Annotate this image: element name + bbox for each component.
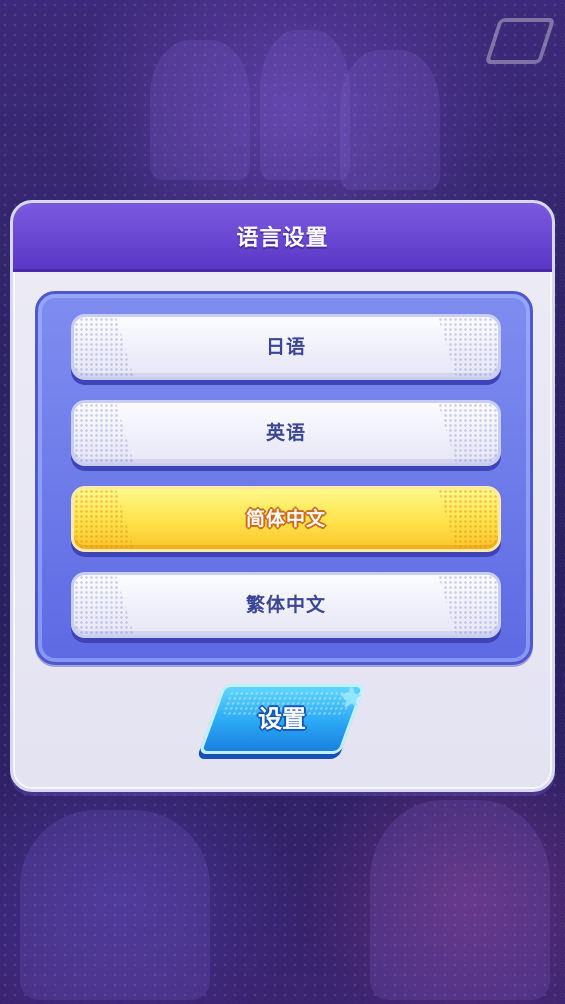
background-character-silhouette xyxy=(340,50,440,190)
language-option-english[interactable]: 英语 xyxy=(71,400,501,466)
option-label: 繁体中文 xyxy=(245,594,326,616)
dialog-header: 语言设置 xyxy=(13,203,552,272)
language-options-frame: 日语 英语 简体中文 繁体中文 xyxy=(35,291,533,665)
language-option-traditional-chinese[interactable]: 繁体中文 xyxy=(71,572,501,638)
background-character-silhouette xyxy=(260,30,350,180)
background-character-silhouette xyxy=(150,40,250,180)
option-label: 简体中文 xyxy=(245,508,326,530)
background-character-silhouette xyxy=(370,800,550,1000)
language-option-simplified-chinese[interactable]: 简体中文 xyxy=(71,486,501,552)
set-button-label: 设置 xyxy=(258,705,306,733)
option-label: 英语 xyxy=(265,422,306,444)
option-label: 日语 xyxy=(265,336,306,358)
dialog-title: 语言设置 xyxy=(236,226,329,251)
game-screen: 语言设置 日语 英语 简体中文 繁体中文 ★ 设置 xyxy=(0,0,565,1004)
set-button[interactable]: ★ 设置 xyxy=(197,684,367,758)
language-option-japanese[interactable]: 日语 xyxy=(71,314,501,380)
background-character-silhouette xyxy=(20,810,210,1000)
